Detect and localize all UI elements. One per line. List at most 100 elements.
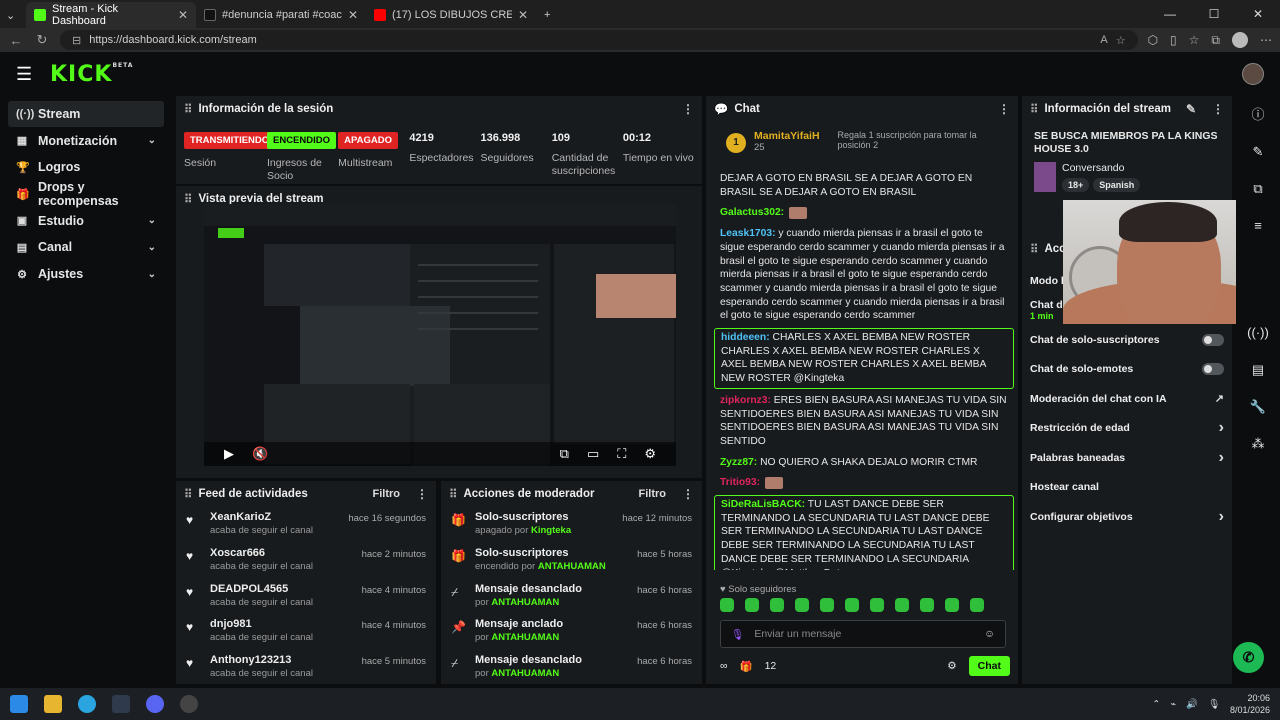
collections-icon[interactable]: ⧉ [1211,33,1220,48]
chat-username[interactable]: Galactus302: [720,207,784,218]
toggle-switch[interactable] [1202,363,1224,376]
kick-logo[interactable]: KICKBETA [50,62,133,87]
microphone-icon[interactable]: 🎙 [1208,699,1220,710]
moderator-name[interactable]: ANTAHUAMAN [538,561,606,572]
moderator-name[interactable]: ANTAHUAMAN [491,597,559,608]
chat-message[interactable]: Leask1703: y cuando mierda piensas ir a … [714,225,1014,325]
emote-shortcut-icon[interactable] [970,598,984,612]
chat-username[interactable]: Tritio93: [720,477,760,488]
sidebar-item-monetizaci-n[interactable]: ▦ Monetización ⌄ [8,128,164,154]
channel-points-icon[interactable]: ∞ [720,660,728,672]
chat-setting-palabras-baneadas[interactable]: Palabras baneadas › [1022,443,1232,473]
profile-avatar[interactable] [1232,32,1248,48]
microphone-icon[interactable]: 🎙 [731,628,744,641]
chat-message[interactable]: SiDeRaLisBACK: TU LAST DANCE DEBE SER TE… [714,495,1014,570]
chat-input[interactable]: 🎙 Enviar un mensaje ☺ [720,620,1006,648]
stream-icon[interactable]: ((·)) [1236,314,1280,351]
filter-button[interactable]: Filtro [373,488,401,500]
discord-icon[interactable] [146,695,164,713]
chevron-right-icon[interactable]: › [1219,449,1224,467]
chat-message[interactable]: hiddeeen: CHARLES X AXEL BEMBA NEW ROSTE… [714,328,1014,389]
clip-icon[interactable]: ⧉ [560,446,569,462]
emote-shortcut-icon[interactable] [870,598,884,612]
emote-shortcut-icon[interactable] [820,598,834,612]
obs-icon[interactable] [180,695,198,713]
sidebar-item-ajustes[interactable]: ⚙ Ajustes ⌄ [8,261,164,287]
chat-username[interactable]: SiDeRaLisBACK: [721,499,805,510]
more-options-icon[interactable]: ⋮ [682,102,694,116]
grip-icon[interactable]: ⠿ [1030,242,1038,256]
chevron-down-icon[interactable]: ⌄ [148,135,156,146]
play-icon[interactable]: ▶ [224,446,234,462]
gift-leaderboard[interactable]: 1 MamitaYifaiH 25 Regala 1 suscripción p… [726,130,1016,160]
user-avatar[interactable] [1242,63,1264,85]
chevron-right-icon[interactable]: › [1219,508,1224,526]
grip-icon[interactable]: ⠿ [449,487,457,501]
tab-list-button[interactable]: ⌄ [0,2,26,28]
back-icon[interactable]: ← [8,33,24,48]
nodes-icon[interactable]: ⁂ [1236,425,1280,462]
menu-icon[interactable]: ☰ [16,64,36,85]
moderator-name[interactable]: Kingteka [531,525,571,536]
chat-setting-chat-de-solo-emotes[interactable]: Chat de solo-emotes [1022,355,1232,385]
favorites-icon[interactable]: ☆ [1189,33,1200,47]
close-window-icon[interactable]: ✕ [1236,7,1280,21]
browser-tab-tiktok[interactable]: #denuncia #parati #coach | maicel ✕ [196,2,366,28]
minimize-icon[interactable]: — [1148,7,1192,21]
emote-shortcut-icon[interactable] [920,598,934,612]
maximize-icon[interactable]: ☐ [1192,7,1236,21]
layers-icon[interactable]: ≡ [1236,207,1280,244]
more-options-icon[interactable]: ⋮ [416,487,428,501]
site-info-icon[interactable]: ⊟ [72,34,81,47]
stream-preview-video[interactable]: ▶ 🔇 ⧉ ▭ ⛶ ⚙ [204,204,676,466]
activity-user[interactable]: dnjo981 [210,618,352,630]
toggle-switch[interactable] [1202,333,1224,346]
chevron-down-icon[interactable]: ⌄ [148,242,156,253]
chevron-right-icon[interactable]: › [1219,419,1224,437]
chat-settings-icon[interactable]: ⚙ [947,660,956,672]
star-icon[interactable]: ☆ [1116,34,1126,47]
emote-shortcut-icon[interactable] [720,598,734,612]
theater-icon[interactable]: ▭ [587,446,599,462]
file-explorer-icon[interactable] [44,695,62,713]
mute-icon[interactable]: 🔇 [252,446,268,462]
chevron-up-icon[interactable]: ⌃ [1152,699,1160,710]
clock[interactable]: 20:06 8/01/2026 [1230,692,1270,716]
grip-icon[interactable]: ⠿ [184,192,192,206]
emote-shortcut-icon[interactable] [945,598,959,612]
volume-icon[interactable]: 🔊 [1186,699,1198,710]
close-icon[interactable]: ✕ [178,8,188,22]
help-fab-button[interactable]: ✆ [1233,642,1264,673]
grip-icon[interactable]: ⠿ [184,487,192,501]
sidebar-item-canal[interactable]: ▤ Canal ⌄ [8,234,164,260]
panel-icon[interactable]: ▤ [1236,351,1280,388]
link-icon[interactable]: ⧉ [1236,170,1280,207]
more-options-icon[interactable]: ⋮ [998,102,1010,116]
chat-setting-hostear-canal[interactable]: Hostear canal [1022,473,1232,503]
extensions-icon[interactable]: ⬡ [1148,33,1158,47]
steam-icon[interactable] [112,695,130,713]
url-field[interactable]: ⊟ https://dashboard.kick.com/stream A ☆ [60,30,1138,50]
windows-start-icon[interactable] [10,695,28,713]
sidebar-item-logros[interactable]: 🏆 Logros [8,154,164,180]
sidebar-item-estudio[interactable]: ▣ Estudio ⌄ [8,208,164,234]
emote-shortcut-icon[interactable] [895,598,909,612]
browser-tab-youtube[interactable]: (17) LOS DIBUJOS CRECEN - PIURA ✕ [366,2,536,28]
sidebar-item-drops-y-recompensas[interactable]: 🎁 Drops y recompensas [8,180,164,208]
chat-username[interactable]: Zyzz87: [720,457,757,468]
chevron-down-icon[interactable]: ⌄ [148,215,156,226]
filter-button[interactable]: Filtro [639,488,667,500]
activity-user[interactable]: Anthony123213 [210,654,352,666]
close-icon[interactable]: ✕ [518,8,528,22]
chat-message[interactable]: Galactus302: [714,204,1014,222]
activity-user[interactable]: Xoscar666 [210,547,352,559]
gift-icon[interactable]: 🎁 [740,660,753,673]
tag-chip[interactable]: 18+ [1062,178,1090,192]
emote-shortcut-icon[interactable] [770,598,784,612]
chat-setting-chat-de-solo-suscriptores[interactable]: Chat de solo-suscriptores [1022,325,1232,355]
edit-icon[interactable]: ✎ [1236,133,1280,170]
emote-shortcut-icon[interactable] [845,598,859,612]
settings-icon[interactable]: ⚙ [644,446,656,462]
moderator-name[interactable]: ANTAHUAMAN [491,668,559,679]
chat-setting-moderaci-n-del-chat-con-ia[interactable]: Moderación del chat con IA ↗ [1022,384,1232,414]
